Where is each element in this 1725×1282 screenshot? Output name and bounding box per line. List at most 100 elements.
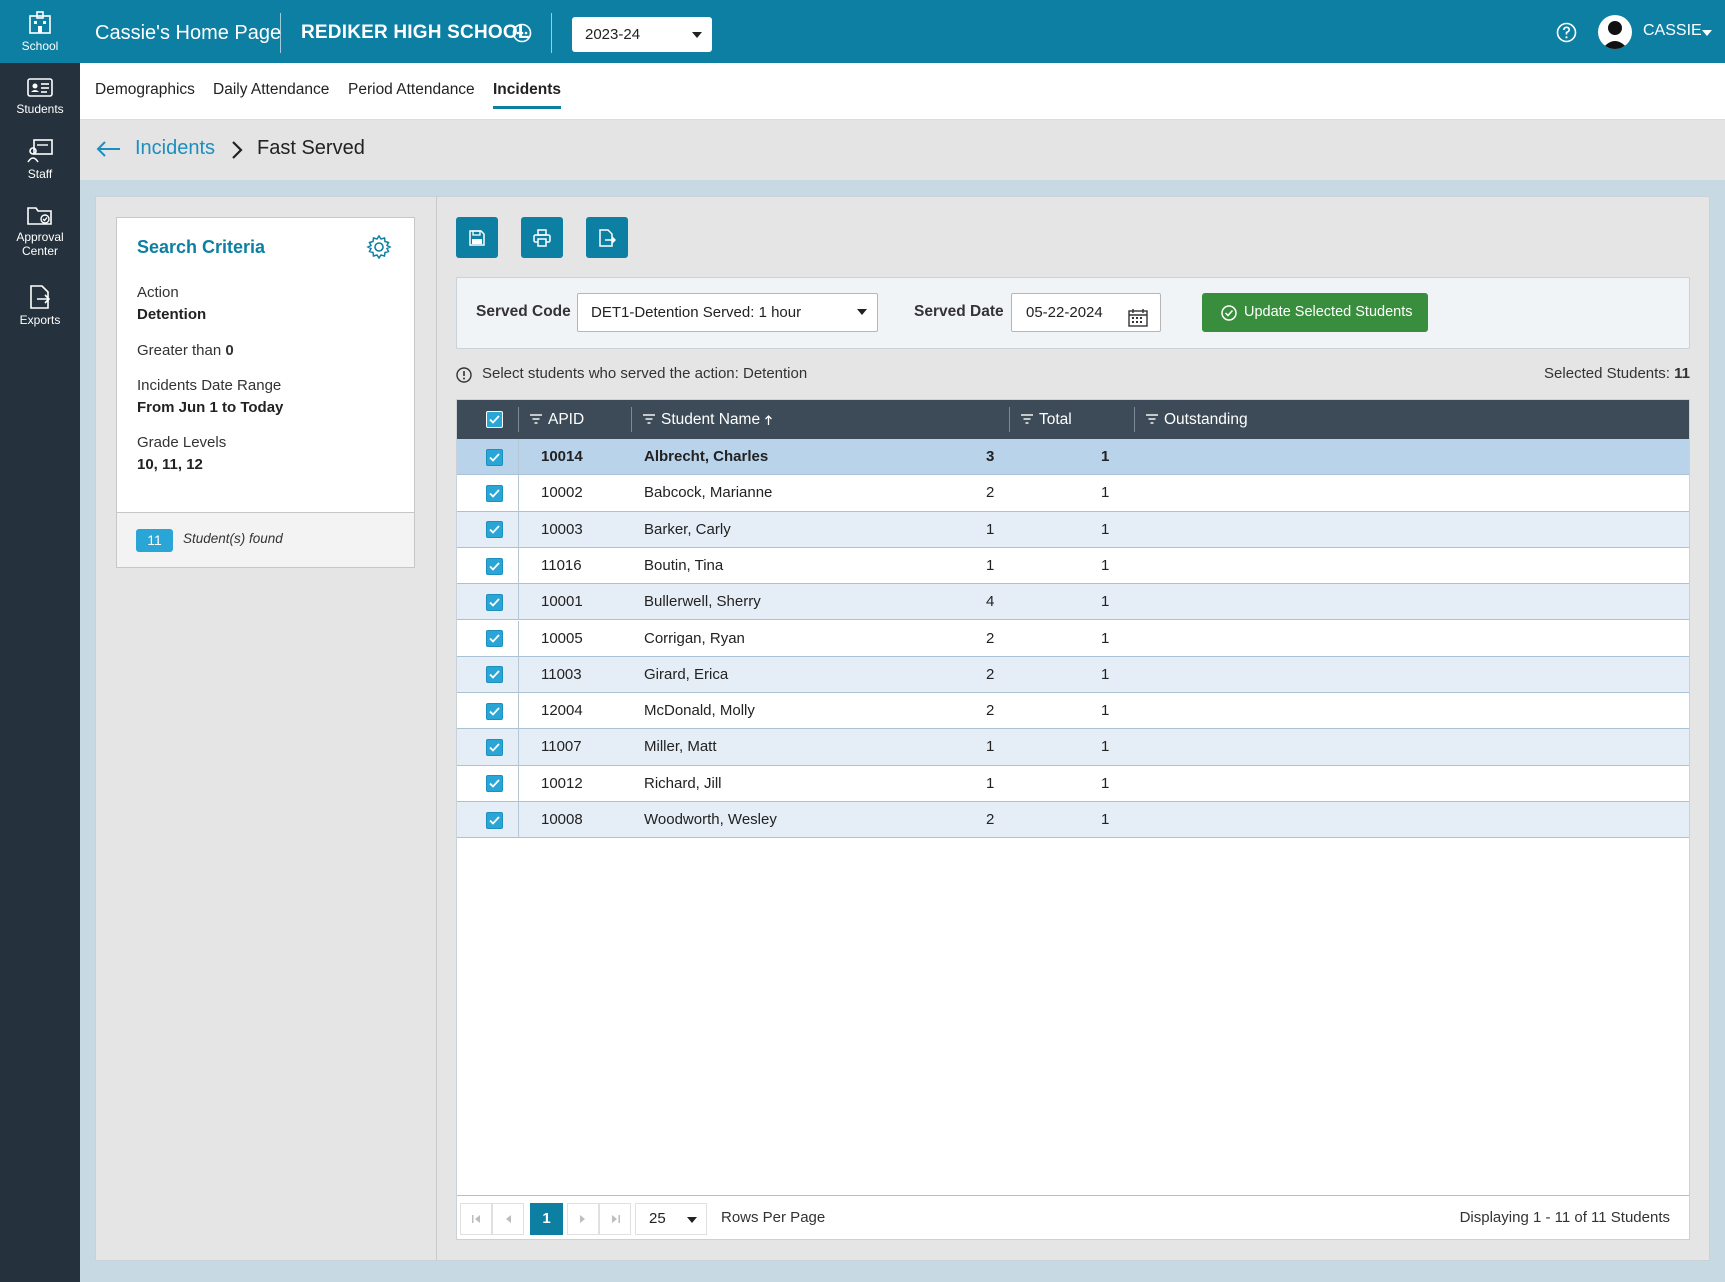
cell-student-name: Woodworth, Wesley bbox=[644, 811, 777, 828]
table-row[interactable]: 11003 Girard, Erica 2 1 bbox=[457, 656, 1689, 694]
last-page-button[interactable] bbox=[599, 1203, 631, 1235]
table-row[interactable]: 11016 Boutin, Tina 1 1 bbox=[457, 547, 1689, 585]
checkmark-icon bbox=[489, 598, 500, 607]
cell-student-name: Barker, Carly bbox=[644, 520, 731, 538]
cell-apid: 11007 bbox=[541, 738, 582, 756]
more-options-icon[interactable] bbox=[512, 23, 532, 47]
row-divider bbox=[518, 584, 519, 621]
served-code-select[interactable]: DET1-Detention Served: 1 hour bbox=[577, 293, 878, 332]
export-button[interactable] bbox=[586, 217, 628, 258]
rail-item-students[interactable]: Students bbox=[0, 78, 80, 116]
column-header-total[interactable]: Total bbox=[1021, 400, 1072, 439]
filter-icon[interactable] bbox=[530, 414, 542, 425]
calendar-icon[interactable] bbox=[1128, 304, 1148, 341]
row-checkbox[interactable] bbox=[486, 666, 503, 684]
first-page-button[interactable] bbox=[460, 1203, 492, 1235]
rail-item-staff[interactable]: Staff bbox=[0, 139, 80, 181]
served-date-label: Served Date bbox=[914, 303, 1004, 320]
tab-demographics[interactable]: Demographics bbox=[95, 81, 195, 109]
row-checkbox[interactable] bbox=[486, 557, 503, 575]
row-checkbox[interactable] bbox=[486, 484, 503, 502]
criteria-range-value: From Jun 1 to Today bbox=[137, 399, 284, 416]
cell-total: 1 bbox=[986, 774, 995, 792]
row-checkbox[interactable] bbox=[486, 521, 503, 539]
tab-period-attendance[interactable]: Period Attendance bbox=[348, 81, 475, 109]
gear-icon[interactable] bbox=[366, 234, 392, 264]
pagination-bar: 1 25 Rows Per Page Displaying 1 - 11 of … bbox=[457, 1195, 1689, 1239]
column-header-apid[interactable]: APID bbox=[530, 400, 584, 439]
filter-icon[interactable] bbox=[643, 414, 655, 425]
table-row[interactable]: 10003 Barker, Carly 1 1 bbox=[457, 511, 1689, 548]
next-page-icon bbox=[580, 1215, 585, 1223]
cell-total: 1 bbox=[986, 520, 995, 538]
tab-incidents[interactable]: Incidents bbox=[493, 81, 562, 109]
served-date-input[interactable]: 05-22-2024 bbox=[1011, 293, 1161, 332]
school-year-select[interactable]: 2023-24 bbox=[572, 17, 712, 52]
rows-per-page-select[interactable]: 25 bbox=[635, 1203, 707, 1235]
top-bar: Cassie's Home Page REDIKER HIGH SCHOOL 2… bbox=[80, 0, 1725, 63]
table-row[interactable]: 10005 Corrigan, Ryan 2 1 bbox=[457, 620, 1689, 657]
back-arrow-icon[interactable] bbox=[95, 139, 121, 163]
table-row[interactable]: 10014 Albrecht, Charles 3 1 bbox=[457, 439, 1689, 476]
cell-student-name: Albrecht, Charles bbox=[644, 448, 769, 465]
table-row[interactable]: 10012 Richard, Jill 1 1 bbox=[457, 765, 1689, 802]
row-checkbox[interactable] bbox=[486, 593, 503, 611]
select-all-checkbox[interactable] bbox=[486, 411, 503, 428]
cell-total: 1 bbox=[986, 556, 995, 574]
cell-student-name: Bullerwell, Sherry bbox=[644, 593, 761, 611]
column-header-student-name[interactable]: Student Name bbox=[643, 400, 779, 439]
criteria-greater-value: 0 bbox=[225, 342, 234, 359]
next-page-button[interactable] bbox=[567, 1203, 599, 1235]
row-checkbox[interactable] bbox=[486, 702, 503, 720]
cell-outstanding: 1 bbox=[1101, 593, 1110, 611]
cell-total: 4 bbox=[986, 593, 995, 611]
rail-item-school[interactable]: School bbox=[0, 0, 80, 63]
column-header-outstanding[interactable]: Outstanding bbox=[1146, 400, 1248, 439]
chevron-down-icon[interactable] bbox=[1702, 30, 1712, 36]
current-page[interactable]: 1 bbox=[530, 1203, 563, 1235]
save-csv-button[interactable] bbox=[456, 217, 498, 258]
table-row[interactable]: 10001 Bullerwell, Sherry 4 1 bbox=[457, 584, 1689, 621]
user-name[interactable]: CASSIE bbox=[1643, 0, 1702, 63]
help-icon[interactable] bbox=[1556, 22, 1577, 47]
update-selected-students-button[interactable]: Update Selected Students bbox=[1202, 293, 1428, 332]
filter-icon[interactable] bbox=[1146, 414, 1158, 425]
selected-students-value: 11 bbox=[1674, 365, 1690, 382]
rail-item-exports[interactable]: Exports bbox=[0, 285, 80, 327]
home-page-title[interactable]: Cassie's Home Page bbox=[95, 0, 281, 63]
rail-label-students: Students bbox=[16, 102, 64, 116]
avatar[interactable] bbox=[1598, 15, 1632, 49]
save-csv-icon bbox=[469, 229, 485, 246]
row-checkbox[interactable] bbox=[486, 811, 503, 829]
cell-apid: 10005 bbox=[541, 629, 583, 647]
row-checkbox[interactable] bbox=[486, 739, 503, 757]
table-row[interactable]: 12004 McDonald, Molly 2 1 bbox=[457, 693, 1689, 730]
school-icon bbox=[29, 10, 51, 34]
checkmark-icon bbox=[489, 415, 500, 424]
cell-apid: 10003 bbox=[541, 520, 583, 538]
rail-label-center: Center bbox=[21, 244, 59, 258]
tab-daily-attendance[interactable]: Daily Attendance bbox=[213, 81, 329, 109]
rail-item-approval-center[interactable]: Approval Center bbox=[0, 204, 80, 258]
filter-icon[interactable] bbox=[1021, 414, 1033, 425]
main-panel: Search Criteria Action Detention Greater… bbox=[95, 196, 1710, 1261]
row-divider bbox=[518, 693, 519, 730]
exports-icon bbox=[30, 285, 51, 309]
first-page-icon bbox=[471, 1215, 480, 1223]
criteria-action-value: Detention bbox=[137, 306, 207, 323]
checkmark-icon bbox=[489, 634, 500, 643]
print-button[interactable] bbox=[521, 217, 563, 258]
breadcrumb-incidents-link[interactable]: Incidents bbox=[135, 137, 215, 160]
previous-page-button[interactable] bbox=[492, 1203, 524, 1235]
table-row[interactable]: 11007 Miller, Matt 1 1 bbox=[457, 729, 1689, 766]
row-checkbox[interactable] bbox=[486, 630, 503, 648]
approval-center-icon bbox=[27, 207, 52, 225]
table-row[interactable]: 10008 Woodworth, Wesley 2 1 bbox=[457, 802, 1689, 839]
row-checkbox[interactable] bbox=[486, 448, 503, 466]
school-year-value: 2023-24 bbox=[585, 26, 641, 43]
row-checkbox[interactable] bbox=[486, 775, 503, 793]
chevron-right-icon bbox=[230, 140, 244, 164]
school-name[interactable]: REDIKER HIGH SCHOOL bbox=[301, 0, 530, 63]
criteria-grades-value: 10, 11, 12 bbox=[137, 456, 203, 473]
table-row[interactable]: 10002 Babcock, Marianne 2 1 bbox=[457, 475, 1689, 512]
